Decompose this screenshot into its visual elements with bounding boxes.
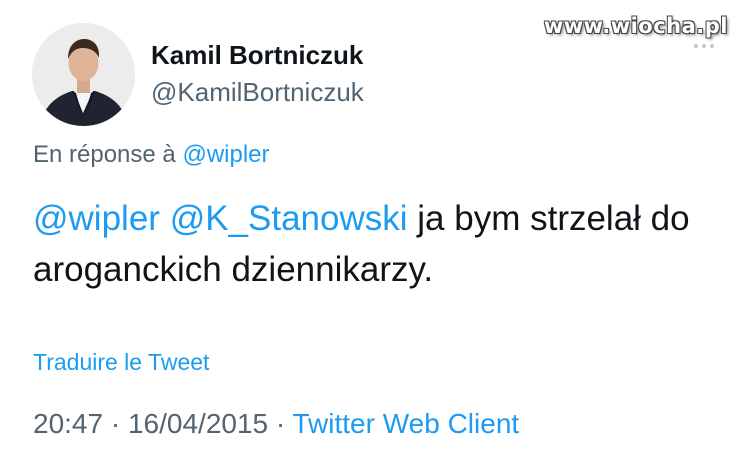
mention-link-k-stanowski[interactable]: @K_Stanowski	[170, 199, 408, 238]
watermark-logo: www.wiocha.pl	[543, 14, 728, 38]
tweet-date[interactable]: 16/04/2015	[128, 408, 268, 439]
mention-link-wipler[interactable]: @wipler	[33, 199, 160, 238]
more-horizontal-icon[interactable]	[694, 44, 714, 48]
reply-to-link[interactable]: @wipler	[182, 141, 269, 168]
tweet-metadata: 20:47 · 16/04/2015 · Twitter Web Client	[33, 408, 519, 440]
translate-tweet-link[interactable]: Traduire le Tweet	[33, 349, 209, 376]
tweet-client-link[interactable]: Twitter Web Client	[293, 408, 520, 439]
reply-context: En réponse à @wipler	[33, 141, 270, 169]
author-handle[interactable]: @KamilBortniczuk	[151, 77, 364, 108]
tweet-time[interactable]: 20:47	[33, 408, 103, 439]
avatar[interactable]	[32, 23, 135, 126]
meta-separator: ·	[275, 408, 286, 439]
reply-prefix: En réponse à	[33, 141, 176, 168]
author-display-name[interactable]: Kamil Bortniczuk	[151, 40, 363, 71]
tweet-text: @wipler @K_Stanowski ja bym strzelał do …	[33, 193, 733, 295]
meta-separator: ·	[110, 408, 121, 439]
